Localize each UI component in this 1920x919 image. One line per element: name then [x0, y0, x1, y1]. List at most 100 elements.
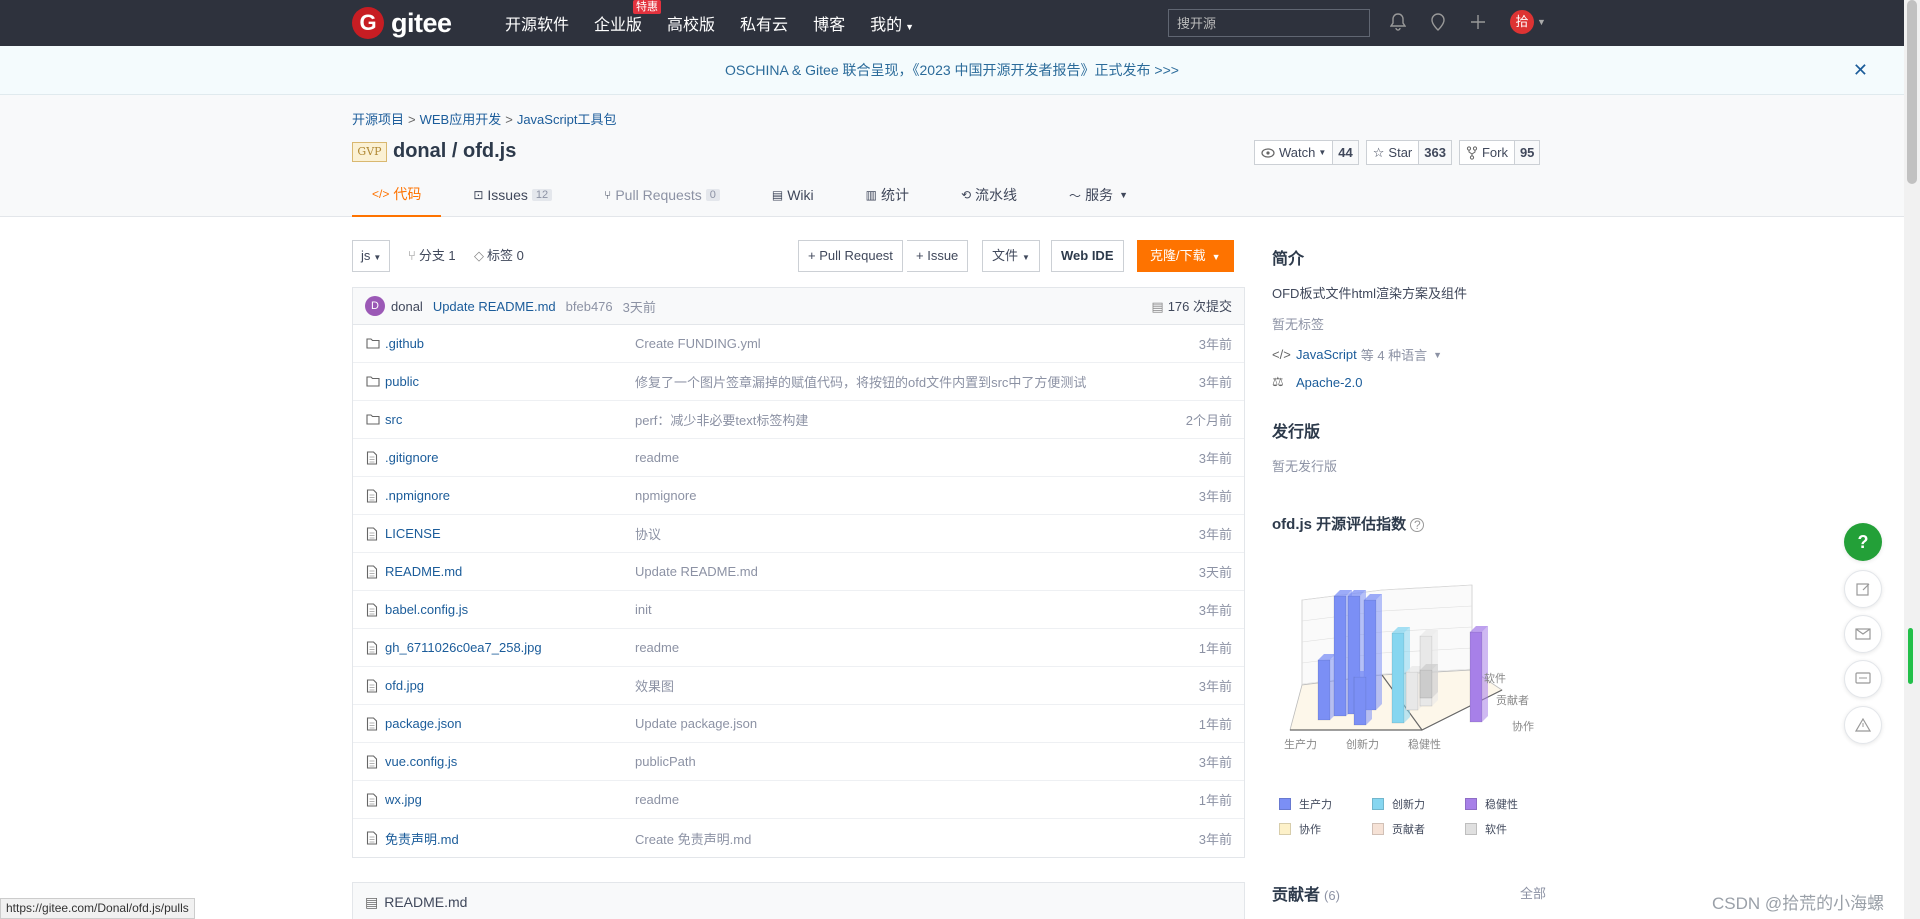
file-icon — [366, 564, 381, 579]
file-name-link[interactable]: LICENSE — [366, 526, 441, 541]
license-link[interactable]: ⚖ Apache-2.0 — [1272, 374, 1552, 390]
file-commit-message[interactable]: Update README.md — [635, 564, 758, 579]
file-commit-message[interactable]: readme — [635, 792, 679, 807]
file-commit-message[interactable]: 协议 — [635, 524, 661, 543]
gitee-logo[interactable]: G gitee — [352, 7, 452, 39]
nav-link-enterprise[interactable]: 企业版 特惠 — [594, 0, 662, 35]
file-name-link[interactable]: 免责声明.md — [366, 829, 459, 848]
nav-link-education[interactable]: 高校版 — [667, 11, 715, 35]
file-name-link[interactable]: package.json — [366, 716, 462, 731]
language-link[interactable]: </> JavaScript 等 4 种语言 ▼ — [1272, 345, 1552, 364]
file-name-link[interactable]: .gitignore — [366, 450, 438, 465]
file-menu-button[interactable]: 文件 ▼ — [982, 240, 1040, 272]
legend-item[interactable]: 创新力 — [1372, 796, 1465, 812]
table-row: 免责声明.md Create 免责声明.md 3年前 — [353, 819, 1244, 857]
file-commit-message[interactable]: 效果图 — [635, 676, 674, 695]
file-commit-message[interactable]: readme — [635, 640, 679, 655]
help-button[interactable]: ? — [1844, 523, 1882, 561]
file-name-link[interactable]: babel.config.js — [366, 602, 468, 617]
new-pull-request-button[interactable]: + Pull Request — [798, 240, 903, 272]
file-commit-message[interactable]: Create FUNDING.yml — [635, 336, 761, 351]
file-commit-message[interactable]: publicPath — [635, 754, 696, 769]
web-ide-button[interactable]: Web IDE — [1051, 240, 1124, 272]
breadcrumb-item[interactable]: WEB应用开发 — [420, 112, 502, 127]
mail-icon[interactable] — [1844, 615, 1882, 653]
tab-wiki[interactable]: ▤ Wiki — [752, 173, 834, 217]
file-name-link[interactable]: ofd.jpg — [366, 678, 424, 693]
commit-author[interactable]: donal — [391, 299, 423, 314]
branches-link[interactable]: ⑂ 分支 1 — [408, 240, 456, 272]
edit-icon[interactable] — [1844, 570, 1882, 608]
file-commit-time: 3年前 — [1198, 679, 1232, 694]
help-icon[interactable]: ? — [1410, 518, 1425, 532]
repo-title[interactable]: donal / ofd.js — [393, 140, 516, 163]
file-commit-message[interactable]: perf：减少非必要text标签构建 — [635, 410, 808, 429]
avatar[interactable]: D — [365, 296, 385, 316]
file-commit-time: 1年前 — [1198, 717, 1232, 732]
nav-link-private-cloud[interactable]: 私有云 — [740, 11, 788, 35]
table-row: .github Create FUNDING.yml 3年前 — [353, 325, 1244, 363]
file-name-link[interactable]: .github — [366, 336, 424, 351]
nav-link-mine[interactable]: 我的 ▼ — [870, 11, 914, 35]
commit-total-link[interactable]: ▤ 176 次提交 — [1151, 288, 1232, 325]
tab-pipeline[interactable]: ⟲ 流水线 — [941, 173, 1037, 217]
watch-button[interactable]: Watch ▼ 44 — [1254, 140, 1359, 165]
chevron-down-icon: ▼ — [1211, 252, 1221, 262]
file-name-link[interactable]: wx.jpg — [366, 792, 422, 807]
nav-link-blog[interactable]: 博客 — [813, 11, 845, 35]
banner-link[interactable]: OSCHINA & Gitee 联合呈现，《2023 中国开源开发者报告》正式发… — [725, 62, 1179, 78]
star-count[interactable]: 363 — [1418, 141, 1451, 164]
file-commit-message[interactable]: init — [635, 602, 652, 617]
legend-item[interactable]: 生产力 — [1279, 796, 1372, 812]
plus-icon[interactable] — [1468, 10, 1488, 34]
tab-code[interactable]: </> 代码 — [352, 173, 442, 217]
location-pin-icon[interactable] — [1428, 10, 1448, 34]
file-commit-message[interactable]: npmignore — [635, 488, 696, 503]
watch-count[interactable]: 44 — [1332, 141, 1358, 164]
legend-item[interactable]: 软件 — [1465, 821, 1558, 837]
scrollbar-thumb[interactable] — [1907, 0, 1917, 184]
gvp-badge[interactable]: GVP — [352, 141, 387, 162]
legend-label: 软件 — [1485, 824, 1507, 836]
tab-stats[interactable]: ▥ 统计 — [846, 173, 929, 217]
tab-services[interactable]: 〜服务 ▼ — [1049, 173, 1148, 217]
readme-title[interactable]: README.md — [384, 894, 467, 910]
bell-icon[interactable] — [1388, 10, 1408, 34]
file-icon — [366, 678, 381, 693]
file-commit-message[interactable]: 修复了一个图片签章漏掉的赋值代码，将按钮的ofd文件内置到src中了方便测试 — [635, 372, 1086, 391]
file-commit-time: 3年前 — [1198, 755, 1232, 770]
close-icon[interactable]: ✕ — [1853, 46, 1868, 94]
legend-item[interactable]: 协作 — [1279, 821, 1372, 837]
nav-link-open-source[interactable]: 开源软件 — [505, 11, 569, 35]
fork-count[interactable]: 95 — [1513, 141, 1540, 164]
file-name-link[interactable]: .npmignore — [366, 488, 450, 503]
search-input[interactable] — [1168, 9, 1370, 37]
file-name-link[interactable]: gh_6711026c0ea7_258.jpg — [366, 640, 542, 655]
legend-item[interactable]: 稳健性 — [1465, 796, 1558, 812]
contributors-all-link[interactable]: 全部 — [1520, 883, 1546, 902]
branch-select[interactable]: js ▼ — [352, 240, 391, 272]
user-menu[interactable]: 拾 ▼ — [1508, 10, 1548, 34]
message-icon[interactable] — [1844, 660, 1882, 698]
breadcrumb-item[interactable]: JavaScript工具包 — [517, 112, 617, 127]
star-button[interactable]: ☆ Star 363 — [1365, 140, 1452, 165]
breadcrumb-item[interactable]: 开源项目 — [352, 112, 404, 127]
file-name-link[interactable]: vue.config.js — [366, 754, 457, 769]
fork-button[interactable]: Fork 95 — [1458, 140, 1541, 165]
file-commit-message[interactable]: Create 免责声明.md — [635, 829, 751, 848]
commit-message[interactable]: Update README.md — [433, 299, 556, 314]
file-name-link[interactable]: README.md — [366, 564, 462, 579]
tab-issues[interactable]: ⊡ Issues 12 — [453, 173, 572, 217]
legend-item[interactable]: 贡献者 — [1372, 821, 1465, 837]
warning-icon[interactable] — [1844, 706, 1882, 744]
tags-link[interactable]: ◇ 标签 0 — [474, 240, 524, 272]
clone-download-button[interactable]: 克隆/下载 ▼ — [1137, 240, 1234, 272]
file-commit-message[interactable]: Update package.json — [635, 716, 757, 731]
file-name-link[interactable]: src — [366, 412, 402, 427]
file-commit-message[interactable]: readme — [635, 450, 679, 465]
file-name-link[interactable]: public — [366, 374, 419, 389]
new-issue-button[interactable]: + Issue — [907, 240, 969, 272]
commit-hash[interactable]: bfeb476 — [566, 299, 613, 314]
tab-pull-requests[interactable]: ⑂ Pull Requests 0 — [584, 173, 740, 217]
watch-label: Watch — [1279, 145, 1316, 160]
